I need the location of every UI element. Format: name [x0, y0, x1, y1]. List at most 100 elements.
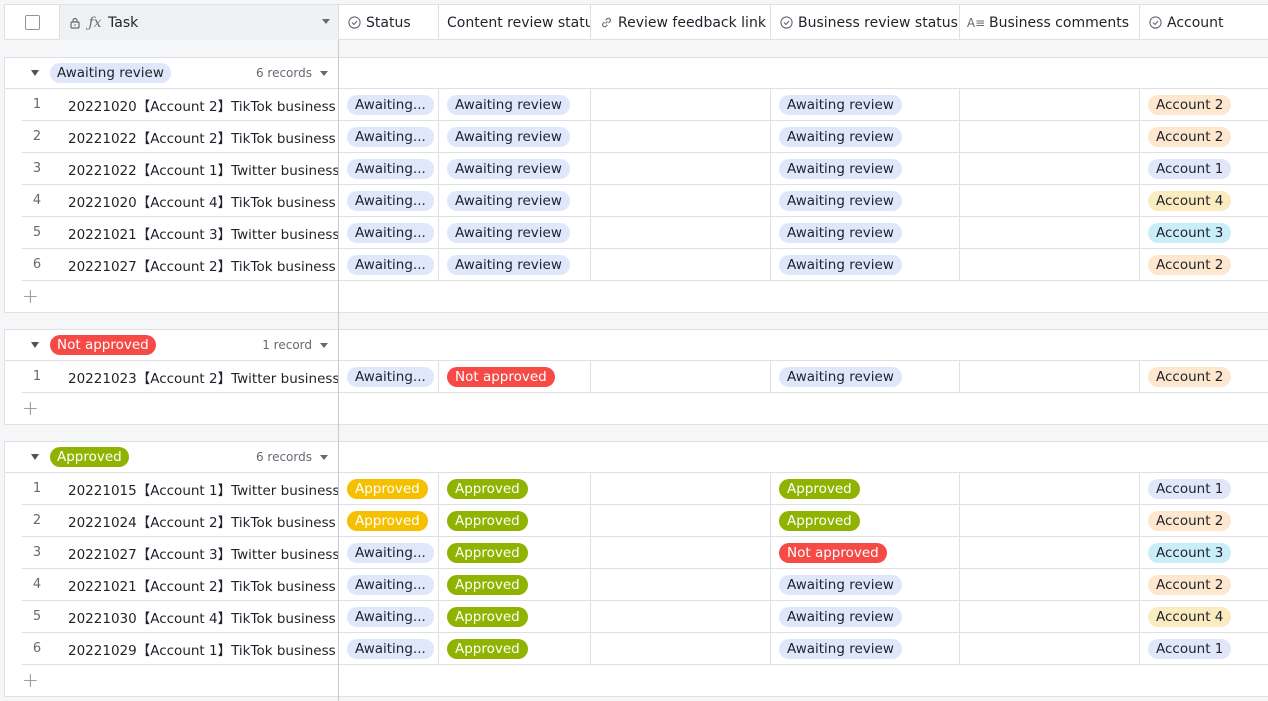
group-record-count[interactable]: 6 records [256, 442, 328, 472]
comments-cell[interactable] [960, 569, 1140, 600]
business-cell[interactable]: Awaiting review [771, 569, 960, 600]
content-cell[interactable]: Not approved [439, 361, 591, 392]
business-cell[interactable]: Awaiting review [771, 249, 960, 280]
comments-cell[interactable] [960, 153, 1140, 184]
content-cell[interactable]: Awaiting review [439, 153, 591, 184]
table-row[interactable]: 2 20221022【Account 2】TikTok business Await… [22, 121, 1268, 153]
table-row[interactable]: 6 20221029【Account 1】TikTok business Await… [22, 633, 1268, 665]
business-cell[interactable]: Awaiting review [771, 185, 960, 216]
business-cell[interactable]: Awaiting review [771, 121, 960, 152]
status-cell[interactable]: Approved [339, 505, 439, 536]
content-cell[interactable]: Approved [439, 505, 591, 536]
group-header[interactable]: Approved 6 records [5, 442, 1268, 473]
content-cell[interactable]: Approved [439, 633, 591, 664]
comments-cell[interactable] [960, 89, 1140, 120]
link-cell[interactable] [591, 121, 771, 152]
link-cell[interactable] [591, 185, 771, 216]
column-header-content-review-status[interactable]: Content review status [439, 5, 591, 40]
link-cell[interactable] [591, 569, 771, 600]
link-cell[interactable] [591, 473, 771, 504]
account-cell[interactable]: Account 3 [1140, 217, 1268, 248]
table-row[interactable]: 1 20221023【Account 2】Twitter business Awai… [22, 361, 1268, 393]
status-cell[interactable]: Awaiting... [339, 633, 439, 664]
content-cell[interactable]: Approved [439, 601, 591, 632]
comments-cell[interactable] [960, 505, 1140, 536]
link-cell[interactable] [591, 217, 771, 248]
link-cell[interactable] [591, 153, 771, 184]
content-cell[interactable]: Awaiting review [439, 217, 591, 248]
account-cell[interactable]: Account 2 [1140, 89, 1268, 120]
chevron-down-icon[interactable] [320, 454, 328, 460]
column-header-account[interactable]: Account [1140, 5, 1268, 40]
link-cell[interactable] [591, 89, 771, 120]
select-all-cell[interactable] [5, 5, 60, 40]
table-row[interactable]: 5 20221030【Account 4】TikTok business Await… [22, 601, 1268, 633]
status-cell[interactable]: Awaiting... [339, 121, 439, 152]
business-cell[interactable]: Awaiting review [771, 361, 960, 392]
table-row[interactable]: 1 20221020【Account 2】TikTok business Await… [22, 89, 1268, 121]
account-cell[interactable]: Account 1 [1140, 473, 1268, 504]
business-cell[interactable]: Awaiting review [771, 217, 960, 248]
add-record-row[interactable]: + [5, 393, 1268, 424]
link-cell[interactable] [591, 537, 771, 568]
column-header-business-review-status[interactable]: Business review status [771, 5, 960, 40]
status-cell[interactable]: Approved [339, 473, 439, 504]
comments-cell[interactable] [960, 121, 1140, 152]
content-cell[interactable]: Awaiting review [439, 121, 591, 152]
account-cell[interactable]: Account 3 [1140, 537, 1268, 568]
status-cell[interactable]: Awaiting... [339, 185, 439, 216]
table-row[interactable]: 4 20221021【Account 2】TikTok business Await… [22, 569, 1268, 601]
status-cell[interactable]: Awaiting... [339, 361, 439, 392]
group-header[interactable]: Awaiting review 6 records [5, 58, 1268, 89]
business-cell[interactable]: Awaiting review [771, 633, 960, 664]
table-row[interactable]: 1 20221015【Account 1】Twitter business Appr… [22, 473, 1268, 505]
frozen-column-divider[interactable] [338, 40, 339, 701]
account-cell[interactable]: Account 4 [1140, 601, 1268, 632]
collapse-triangle-icon[interactable] [31, 454, 39, 460]
account-cell[interactable]: Account 1 [1140, 633, 1268, 664]
link-cell[interactable] [591, 361, 771, 392]
content-cell[interactable]: Approved [439, 569, 591, 600]
comments-cell[interactable] [960, 601, 1140, 632]
content-cell[interactable]: Approved [439, 537, 591, 568]
account-cell[interactable]: Account 4 [1140, 185, 1268, 216]
comments-cell[interactable] [960, 217, 1140, 248]
status-cell[interactable]: Awaiting... [339, 601, 439, 632]
table-row[interactable]: 6 20221027【Account 2】TikTok business Await… [22, 249, 1268, 281]
status-cell[interactable]: Awaiting... [339, 537, 439, 568]
comments-cell[interactable] [960, 185, 1140, 216]
account-cell[interactable]: Account 2 [1140, 505, 1268, 536]
column-header-status[interactable]: Status [339, 5, 439, 40]
table-row[interactable]: 2 20221024【Account 2】TikTok business Appro… [22, 505, 1268, 537]
table-row[interactable]: 3 20221022【Account 1】Twitter business Awai… [22, 153, 1268, 185]
content-cell[interactable]: Awaiting review [439, 249, 591, 280]
content-cell[interactable]: Awaiting review [439, 185, 591, 216]
status-cell[interactable]: Awaiting... [339, 89, 439, 120]
select-all-checkbox[interactable] [24, 15, 40, 30]
comments-cell[interactable] [960, 537, 1140, 568]
status-cell[interactable]: Awaiting... [339, 249, 439, 280]
comments-cell[interactable] [960, 249, 1140, 280]
status-cell[interactable]: Awaiting... [339, 153, 439, 184]
collapse-triangle-icon[interactable] [31, 342, 39, 348]
status-cell[interactable]: Awaiting... [339, 569, 439, 600]
account-cell[interactable]: Account 2 [1140, 249, 1268, 280]
link-cell[interactable] [591, 249, 771, 280]
business-cell[interactable]: Awaiting review [771, 601, 960, 632]
plus-icon[interactable]: + [22, 398, 39, 418]
collapse-triangle-icon[interactable] [31, 70, 39, 76]
group-header[interactable]: Not approved 1 record [5, 330, 1268, 361]
link-cell[interactable] [591, 505, 771, 536]
account-cell[interactable]: Account 2 [1140, 361, 1268, 392]
comments-cell[interactable] [960, 361, 1140, 392]
table-row[interactable]: 5 20221021【Account 3】Twitter business Awai… [22, 217, 1268, 249]
column-header-review-feedback-link[interactable]: Review feedback link [591, 5, 771, 40]
table-row[interactable]: 3 20221027【Account 3】Twitter business Awai… [22, 537, 1268, 569]
account-cell[interactable]: Account 1 [1140, 153, 1268, 184]
status-cell[interactable]: Awaiting... [339, 217, 439, 248]
business-cell[interactable]: Approved [771, 505, 960, 536]
add-record-row[interactable]: + [5, 665, 1268, 696]
business-cell[interactable]: Not approved [771, 537, 960, 568]
chevron-down-icon[interactable] [320, 70, 328, 76]
content-cell[interactable]: Approved [439, 473, 591, 504]
